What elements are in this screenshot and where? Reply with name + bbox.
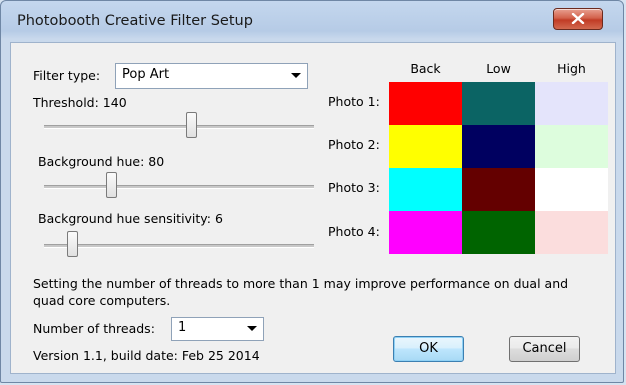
close-button[interactable] <box>553 8 603 30</box>
column-header-back: Back <box>410 61 441 76</box>
row-label-photo-1: Photo 1: <box>328 94 380 109</box>
row-label-photo-4: Photo 4: <box>328 224 380 239</box>
filter-type-label: Filter type: <box>33 68 101 83</box>
threshold-label: Threshold: 140 <box>33 95 127 110</box>
chevron-down-icon <box>247 326 257 331</box>
color-swatch[interactable] <box>389 168 462 211</box>
color-swatch[interactable] <box>462 211 535 254</box>
window-title: Photobooth Creative Filter Setup <box>17 13 253 29</box>
row-label-photo-2: Photo 2: <box>328 137 380 152</box>
color-swatch[interactable] <box>535 82 608 125</box>
slider-track <box>44 185 314 189</box>
slider-thumb[interactable] <box>186 112 198 138</box>
threads-label: Number of threads: <box>33 321 155 336</box>
hue-sensitivity-label: Background hue sensitivity: 6 <box>38 211 223 226</box>
threads-info-line-1: Setting the number of threads to more th… <box>33 276 569 291</box>
column-header-high: High <box>557 61 586 76</box>
column-header-low: Low <box>486 61 511 76</box>
filter-type-select[interactable]: Pop Art <box>115 63 308 89</box>
background-hue-label: Background hue: 80 <box>38 154 165 169</box>
chevron-down-icon <box>291 73 301 78</box>
threshold-slider[interactable] <box>44 112 314 142</box>
threads-select[interactable]: 1 <box>171 317 264 341</box>
color-swatch[interactable] <box>389 211 462 254</box>
color-swatch[interactable] <box>389 82 462 125</box>
slider-track <box>44 244 314 248</box>
slider-track <box>44 125 314 129</box>
title-bar[interactable]: Photobooth Creative Filter Setup <box>1 1 623 39</box>
color-swatch[interactable] <box>535 125 608 168</box>
version-text: Version 1.1, build date: Feb 25 2014 <box>33 348 260 363</box>
cancel-button[interactable]: Cancel <box>509 336 580 362</box>
row-label-photo-3: Photo 3: <box>328 180 380 195</box>
dialog-content: Filter type: Pop Art Threshold: 140 Back… <box>10 42 616 374</box>
close-icon <box>571 13 585 24</box>
hue-sensitivity-slider[interactable] <box>44 231 314 261</box>
slider-thumb[interactable] <box>67 231 79 257</box>
ok-button[interactable]: OK <box>393 336 464 362</box>
color-swatch[interactable] <box>462 168 535 211</box>
filter-type-value: Pop Art <box>122 67 170 82</box>
slider-thumb[interactable] <box>106 172 118 198</box>
color-swatch[interactable] <box>462 82 535 125</box>
color-swatch[interactable] <box>462 125 535 168</box>
color-swatch[interactable] <box>535 168 608 211</box>
color-swatch[interactable] <box>535 211 608 254</box>
background-hue-slider[interactable] <box>44 172 314 202</box>
dialog-window: Photobooth Creative Filter Setup Filter … <box>0 0 624 383</box>
threads-info-line-2: quad core computers. <box>33 293 171 308</box>
threads-value: 1 <box>178 320 187 335</box>
color-swatch[interactable] <box>389 125 462 168</box>
